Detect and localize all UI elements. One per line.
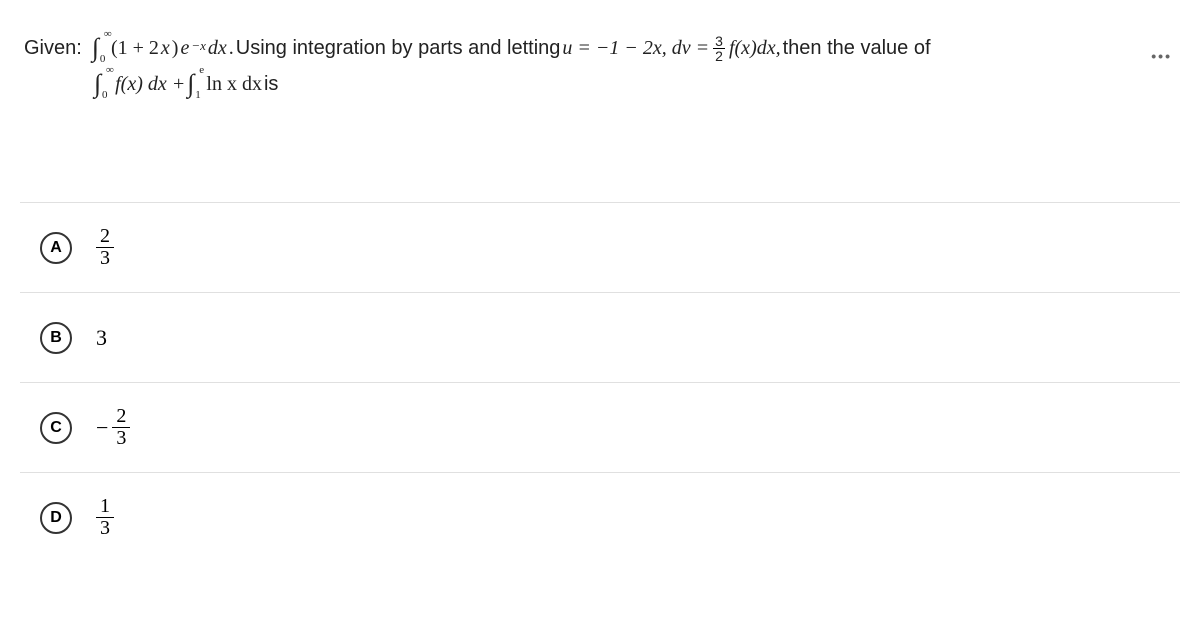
more-icon[interactable]: ••• [1151, 48, 1172, 64]
option-value: − 2 3 [96, 406, 130, 449]
options-list: A 2 3 B 3 C − 2 3 D 1 3 [20, 202, 1180, 562]
option-a[interactable]: A 2 3 [20, 202, 1180, 292]
integral-symbol-1: ∫∞0 [92, 35, 99, 61]
integral-symbol-3: ∫e1 [187, 71, 194, 97]
option-letter: C [40, 412, 72, 444]
option-value: 2 3 [96, 226, 114, 269]
option-value: 3 [96, 325, 107, 351]
option-letter: A [40, 232, 72, 264]
question-text: Given: ∫∞0 (1 + 2 x ) e −x dx . Using in… [20, 30, 1180, 102]
option-letter: D [40, 502, 72, 534]
option-letter: B [40, 322, 72, 354]
option-value: 1 3 [96, 496, 114, 539]
option-c[interactable]: C − 2 3 [20, 382, 1180, 472]
option-b[interactable]: B 3 [20, 292, 1180, 382]
option-d[interactable]: D 1 3 [20, 472, 1180, 562]
frac-3-2: 3 2 [713, 34, 725, 63]
given-label: Given: [24, 30, 82, 66]
integral-symbol-2: ∫∞0 [94, 71, 101, 97]
